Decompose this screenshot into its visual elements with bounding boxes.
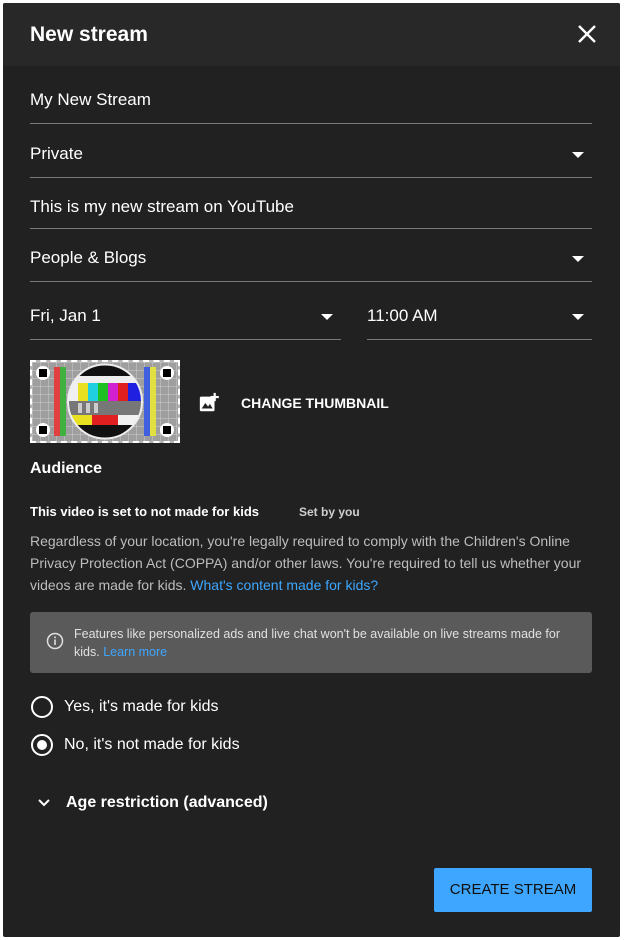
info-icon	[46, 632, 64, 650]
dialog-header: New stream	[3, 3, 620, 66]
test-pattern-image	[32, 362, 178, 441]
dialog-title: New stream	[30, 23, 148, 46]
chevron-down-icon	[38, 799, 50, 807]
create-stream-button[interactable]: CREATE STREAM	[434, 868, 592, 912]
category-select[interactable]: People & Blogs	[30, 242, 592, 282]
time-select[interactable]: 11:00 AM	[367, 300, 592, 340]
visibility-value: Private	[30, 144, 83, 163]
visibility-select[interactable]: Private	[30, 138, 592, 178]
radio-label-yes: Yes, it's made for kids	[64, 698, 219, 715]
date-value: Fri, Jan 1	[30, 306, 101, 325]
radio-label-no: No, it's not made for kids	[64, 736, 240, 753]
dropdown-arrow-icon	[572, 314, 584, 320]
time-value: 11:00 AM	[367, 306, 438, 325]
stream-title-value: My New Stream	[30, 90, 151, 109]
content-for-kids-link[interactable]: What's content made for kids?	[190, 577, 378, 593]
change-thumbnail-button[interactable]: CHANGE THUMBNAIL	[241, 395, 389, 411]
date-select[interactable]: Fri, Jan 1	[30, 300, 341, 340]
description-field[interactable]: This is my new stream on YouTube	[30, 191, 592, 229]
dropdown-arrow-icon	[321, 314, 333, 320]
radio-button-selected[interactable]	[31, 734, 53, 756]
coppa-legal-text: Regardless of your location, you're lega…	[30, 530, 595, 596]
info-banner: Features like personalized ads and live …	[30, 612, 592, 673]
dropdown-arrow-icon	[572, 256, 584, 262]
set-by-label: Set by you	[299, 505, 360, 519]
new-stream-dialog: New stream My New Stream Private This is…	[3, 3, 620, 937]
kids-status-text: This video is set to not made for kids	[30, 504, 259, 519]
add-photo-icon[interactable]	[198, 392, 220, 414]
info-text: Features like personalized ads and live …	[74, 625, 574, 661]
category-value: People & Blogs	[30, 248, 147, 267]
thumbnail-preview[interactable]	[30, 360, 180, 443]
audience-heading: Audience	[30, 460, 103, 477]
age-restriction-label: Age restriction (advanced)	[66, 794, 268, 811]
dropdown-arrow-icon	[572, 152, 584, 158]
close-icon[interactable]	[576, 23, 598, 45]
learn-more-link[interactable]: Learn more	[103, 645, 167, 659]
radio-button[interactable]	[31, 696, 53, 718]
stream-title-field[interactable]: My New Stream	[30, 84, 592, 124]
description-value: This is my new stream on YouTube	[30, 197, 294, 216]
